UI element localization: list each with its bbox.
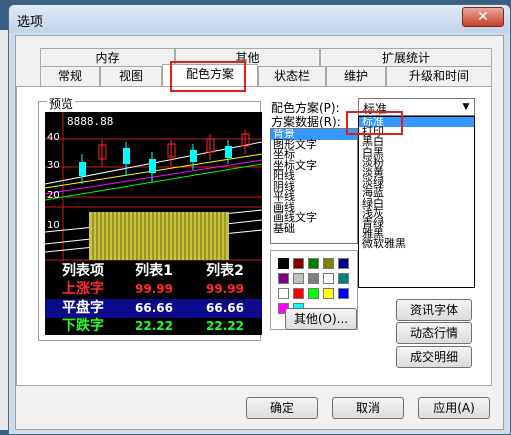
preview-price: 8888.88 [67,115,114,128]
axis-label-30: 30 [47,160,60,171]
preview-label: 预览 [47,95,76,112]
tab-color-scheme[interactable]: 配色方案 [162,64,258,86]
color-swatch[interactable] [293,258,304,269]
table-row-up-label: 上涨字 [62,281,104,297]
cancel-button[interactable]: 取消 [332,397,404,419]
table-row-down-v2: 22.22 [206,319,244,333]
data-items-list[interactable]: 背景 图形文字 坐标 坐标文字 阳线 阴线 平线 画线 画线文字 基础 [270,128,358,244]
color-swatch[interactable] [338,273,349,284]
preview-chart: 8888.88 40 30 20 10 列表项 列表1 列表2 上涨字 99.9… [45,112,262,335]
color-swatch-selected[interactable] [278,258,289,269]
trade-detail-button[interactable]: 成交明细 [396,346,472,368]
color-swatch[interactable] [338,258,349,269]
color-swatch[interactable] [308,273,319,284]
table-header-item: 列表项 [62,263,104,279]
color-swatch[interactable] [308,288,319,299]
scheme-option[interactable]: 微软雅黑 [359,238,474,249]
scheme-dropdown-list[interactable]: 标准 打印 黑白 白黑 淡粉 淡黄 淡绿 海蓝 绿白 浅灰 青绿 雅黑 微软雅黑 [358,116,475,288]
window-title: 选项 [17,15,44,30]
color-swatch[interactable] [293,273,304,284]
table-row-flat-v2: 66.66 [206,301,244,315]
tab-upgrade-time[interactable]: 升级和时间 [386,66,492,86]
table-row-down-v1: 22.22 [135,319,173,333]
table-row-flat-v1: 66.66 [135,301,173,315]
table-row-up-v1: 99.99 [135,282,173,296]
close-button[interactable]: ✕ [462,7,504,27]
other-color-button[interactable]: 其他(O)... [285,308,357,330]
table-row-up-v2: 99.99 [206,282,244,296]
table-header-col1: 列表1 [135,263,173,279]
table-header-col2: 列表2 [206,263,244,279]
color-swatch[interactable] [308,258,319,269]
apply-button[interactable]: 应用(A) [418,397,490,419]
tab-memory[interactable]: 内存 [40,48,175,68]
color-swatch[interactable] [323,258,334,269]
tab-extended-stats[interactable]: 扩展统计 [320,48,492,68]
dynamic-quote-button[interactable]: 动态行情 [396,322,472,344]
title-bar: 选项 ✕ [9,5,510,33]
axis-label-10: 10 [47,220,60,231]
scheme-combobox-value: 标准 [363,102,388,116]
tab-general[interactable]: 常规 [40,66,100,86]
color-swatch[interactable] [293,288,304,299]
tab-maintenance[interactable]: 维护 [326,66,386,86]
tab-status-bar[interactable]: 状态栏 [258,66,326,86]
color-swatch[interactable] [278,288,289,299]
scheme-combobox[interactable]: 标准 ▼ [358,98,475,116]
volume-bars [89,212,229,260]
table-row-down-label: 下跌字 [62,318,104,334]
list-item[interactable]: 基础 [271,223,357,235]
info-font-button[interactable]: 资讯字体 [396,299,472,321]
axis-label-20: 20 [47,190,60,201]
axis-label-40: 40 [47,132,60,143]
table-row-flat-label: 平盘字 [62,300,104,316]
ok-button[interactable]: 确定 [246,397,318,419]
color-swatch[interactable] [323,273,334,284]
color-swatch[interactable] [338,288,349,299]
color-swatch[interactable] [278,273,289,284]
chevron-down-icon[interactable]: ▼ [459,100,473,114]
color-swatch[interactable] [323,288,334,299]
tab-view[interactable]: 视图 [100,66,162,86]
